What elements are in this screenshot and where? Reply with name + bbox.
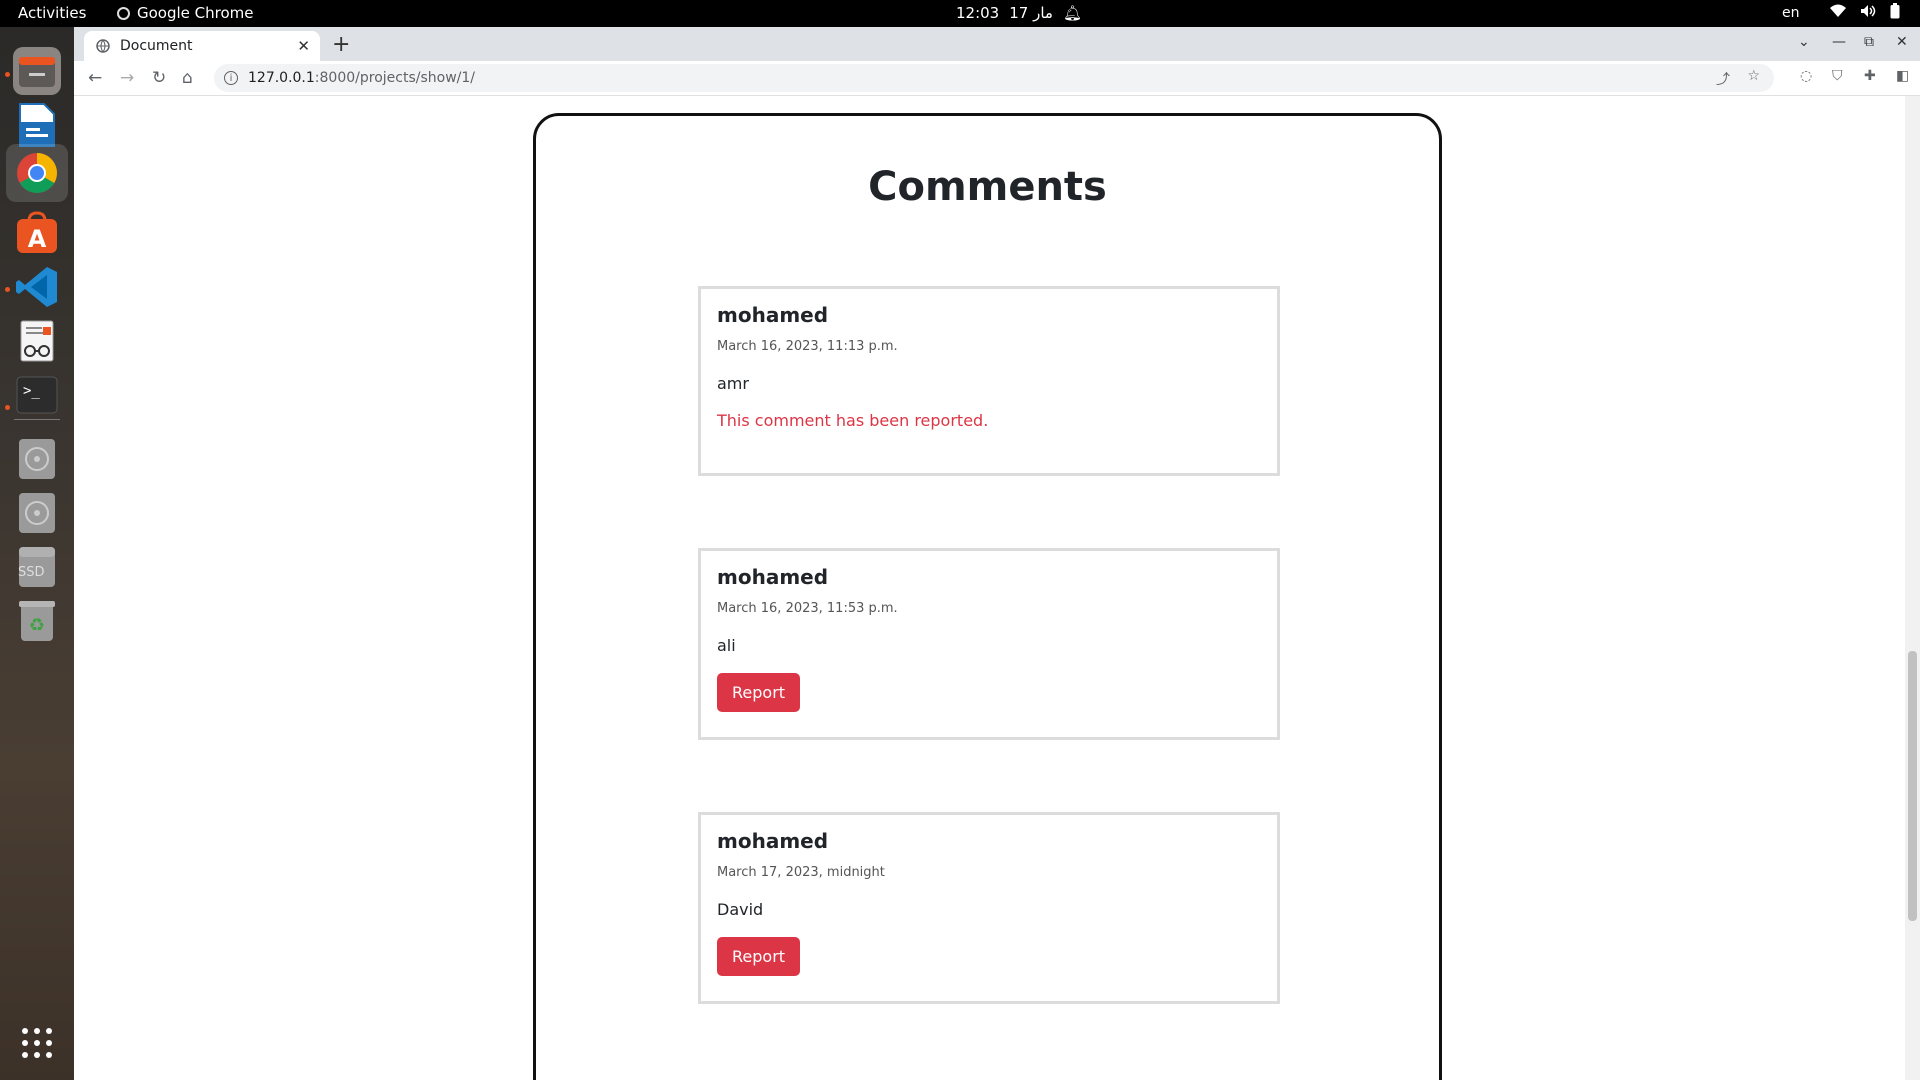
files-app[interactable] <box>13 47 61 95</box>
running-indicator <box>5 72 10 77</box>
tab-title: Document <box>120 38 193 54</box>
address-bar[interactable]: i 127.0.0.1:8000/projects/show/1/ ⤴ ☆ <box>214 64 1774 92</box>
running-indicator <box>5 405 10 410</box>
comment-body: amr <box>717 374 749 393</box>
dock: A >_ SSD ♻ <box>0 27 74 1080</box>
url-host: 127.0.0.1 <box>248 70 315 86</box>
comment-author: mohamed <box>717 565 829 589</box>
clock-date: 17 مار <box>1009 4 1053 22</box>
document-icon <box>19 103 55 147</box>
terminal-icon: >_ <box>16 376 58 414</box>
comment-item: mohamed March 16, 2023, 11:13 p.m. amr T… <box>698 286 1280 476</box>
tab-document[interactable]: Document ✕ <box>84 31 320 61</box>
activities-button[interactable]: Activities <box>18 4 86 22</box>
comment-date: March 16, 2023, 11:13 p.m. <box>717 339 898 354</box>
svg-text:>_: >_ <box>23 383 40 399</box>
volume-icon <box>1861 5 1876 17</box>
reported-notice: This comment has been reported. <box>717 411 989 430</box>
reader-icon <box>20 320 54 362</box>
comment-item: mohamed March 16, 2023, 11:53 p.m. ali R… <box>698 548 1280 740</box>
globe-icon <box>96 39 110 53</box>
svg-text:♻: ♻ <box>29 615 45 636</box>
clock[interactable]: 12:03 17 مار 🔔︎ <box>956 4 1082 22</box>
trash-icon: ♻ <box>19 601 55 641</box>
close-window-icon[interactable]: ✕ <box>1896 34 1908 50</box>
software-app[interactable]: A <box>13 209 61 257</box>
input-language[interactable]: en <box>1782 5 1800 21</box>
ssd-drive[interactable]: SSD <box>13 543 61 591</box>
comment-date: March 16, 2023, 11:53 p.m. <box>717 601 898 616</box>
chrome-app[interactable] <box>6 144 68 202</box>
running-indicator <box>5 287 10 292</box>
extension-icon[interactable]: ◌ <box>1800 68 1812 84</box>
writer-app[interactable] <box>13 101 61 149</box>
report-button[interactable]: Report <box>717 937 801 976</box>
notification-bell-icon: 🔔︎ <box>1062 4 1082 22</box>
system-menu[interactable] <box>1830 3 1900 19</box>
svg-text:A: A <box>28 225 47 253</box>
comment-author: mohamed <box>717 303 829 327</box>
clock-time: 12:03 <box>956 4 1000 22</box>
comment-body: ali <box>717 636 736 655</box>
vscode-icon <box>16 267 57 307</box>
battery-icon <box>1890 3 1900 19</box>
comment-date: March 17, 2023, midnight <box>717 865 885 880</box>
page-scrollbar[interactable] <box>1905 96 1920 1080</box>
comments-card: Comments mohamed March 16, 2023, 11:13 p… <box>533 113 1442 1080</box>
disc-2[interactable] <box>13 489 61 537</box>
new-tab-button[interactable]: + <box>332 32 350 57</box>
url-path: :8000/projects/show/1/ <box>314 70 475 86</box>
minimize-icon[interactable]: — <box>1832 34 1846 50</box>
tab-strip: Document ✕ + ⌄ — ⧉ ✕ <box>74 27 1920 61</box>
chrome-icon <box>17 153 57 193</box>
chrome-small-icon <box>117 6 130 20</box>
restore-icon[interactable]: ⧉ <box>1864 34 1874 50</box>
forward-icon[interactable]: → <box>120 68 134 88</box>
bookmark-star-icon[interactable]: ☆ <box>1747 68 1760 84</box>
back-icon[interactable]: ← <box>88 68 102 88</box>
url-text: 127.0.0.1:8000/projects/show/1/ <box>248 70 475 86</box>
extensions-puzzle-icon[interactable]: ✚ <box>1864 68 1876 84</box>
report-button[interactable]: Report <box>717 673 801 712</box>
close-tab-icon[interactable]: ✕ <box>297 37 310 55</box>
wifi-icon <box>1830 4 1846 17</box>
vscode-app[interactable] <box>13 263 61 311</box>
app-grid-icon <box>22 1028 52 1058</box>
page-viewport[interactable]: Comments mohamed March 16, 2023, 11:13 p… <box>74 96 1920 1080</box>
browser-toolbar: ← → ↻ ⌂ i 127.0.0.1:8000/projects/show/1… <box>74 61 1920 96</box>
app-menu[interactable]: Google Chrome <box>117 4 254 22</box>
comments-heading: Comments <box>868 164 1107 210</box>
comment-body: David <box>717 900 764 919</box>
reload-icon[interactable]: ↻ <box>152 68 166 88</box>
chrome-window: Document ✕ + ⌄ — ⧉ ✕ ← → ↻ ⌂ i 127.0.0.1… <box>74 27 1920 1080</box>
tab-search-icon[interactable]: ⌄ <box>1798 34 1810 50</box>
comment-author: mohamed <box>717 829 829 853</box>
gnome-top-bar: Activities Google Chrome 12:03 17 مار 🔔︎… <box>0 0 1920 27</box>
show-apps-button[interactable] <box>21 1027 53 1063</box>
shield-extension-icon[interactable]: ⛉ <box>1832 68 1843 84</box>
disc-1[interactable] <box>13 435 61 483</box>
comment-item: mohamed March 17, 2023, midnight David R… <box>698 812 1280 1004</box>
disc-icon <box>19 439 55 479</box>
side-panel-icon[interactable]: ◧ <box>1896 68 1909 84</box>
document-viewer-app[interactable] <box>13 317 61 365</box>
site-info-icon[interactable]: i <box>224 71 238 85</box>
terminal-app[interactable]: >_ <box>13 371 61 419</box>
home-icon[interactable]: ⌂ <box>182 68 193 88</box>
share-icon[interactable]: ⤴ <box>1716 69 1730 89</box>
scrollbar-thumb[interactable] <box>1908 651 1917 921</box>
app-name: Google Chrome <box>137 4 254 22</box>
ssd-label: SSD <box>18 565 45 580</box>
software-center-icon: A <box>17 211 57 253</box>
trash[interactable]: ♻ <box>13 597 61 645</box>
folder-icon <box>19 57 55 87</box>
disc-icon <box>19 493 55 533</box>
dock-separator <box>14 419 60 420</box>
